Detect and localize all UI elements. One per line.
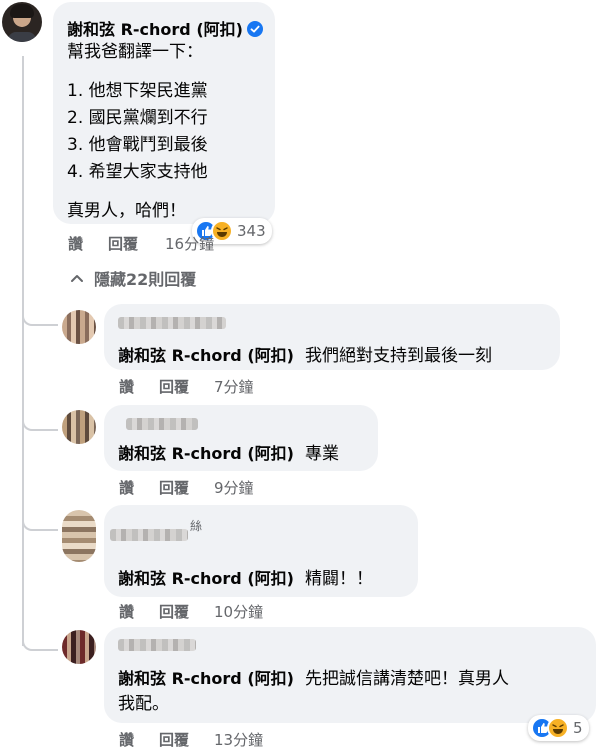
main-comment-reaction-count: 343 <box>237 222 266 240</box>
reply-1-timestamp[interactable]: 7分鐘 <box>214 376 254 397</box>
reply-3-badge-char: 絲 <box>190 519 203 533</box>
main-reply-button[interactable]: 回覆 <box>108 233 138 254</box>
thread-curve-reply-4 <box>22 625 58 651</box>
reply-4-content-line-1: 謝和弦 R-chord (阿扣) 先把誠信講清楚吧！真男人 <box>118 665 509 692</box>
main-comment-line-5: 4. 希望大家支持他 <box>67 162 208 182</box>
reply-4-author[interactable]: 謝和弦 R-chord (阿扣) <box>118 669 294 688</box>
hide-replies-label: 隱藏22則回覆 <box>94 270 197 289</box>
avatar-reply-2[interactable] <box>62 410 96 444</box>
reply-3-reply-button[interactable]: 回覆 <box>159 601 189 622</box>
reply-2-blurred-name <box>126 418 198 430</box>
reply-3-author[interactable]: 謝和弦 R-chord (阿扣) <box>118 569 294 588</box>
reply-3-blurred-name <box>110 529 188 541</box>
thread-curve-reply-2 <box>22 405 58 431</box>
main-comment-line-4: 3. 他會戰鬥到最後 <box>67 135 208 155</box>
main-comment-line-1: 幫我爸翻譯一下： <box>67 42 203 62</box>
reply-4-blurred-name <box>118 639 196 651</box>
reply-4-reactions[interactable]: 5 <box>528 715 589 741</box>
reply-3-timestamp[interactable]: 10分鐘 <box>214 601 263 622</box>
avatar-reply-3[interactable] <box>62 510 96 562</box>
reply-2-bubble: 謝和弦 R-chord (阿扣) 專業 <box>104 405 378 471</box>
main-comment-line-3: 2. 國民黨爛到不行 <box>67 108 208 128</box>
reply-2-like-button[interactable]: 讚 <box>119 477 134 498</box>
avatar-reply-4[interactable] <box>62 630 96 664</box>
reply-3-like-button[interactable]: 讚 <box>119 601 134 622</box>
reply-3-content: 謝和弦 R-chord (阿扣) 精闢！！ <box>118 565 373 592</box>
thread-curve-reply-1 <box>22 300 58 326</box>
reply-2-text: 專業 <box>305 444 340 464</box>
reply-2-content: 謝和弦 R-chord (阿扣) 專業 <box>118 440 339 467</box>
reply-1-bubble: 謝和弦 R-chord (阿扣) 我們絕對支持到最後一刻 <box>104 304 560 370</box>
reply-4-timestamp[interactable]: 13分鐘 <box>214 729 263 750</box>
reply-4-text-line-2: 我配。 <box>118 694 169 714</box>
reply-3-bubble: 絲 謝和弦 R-chord (阿扣) 精闢！！ <box>104 505 418 597</box>
main-comment-line-2: 1. 他想下架民進黨 <box>67 81 208 101</box>
reply-1-blurred-name <box>118 317 226 329</box>
reply-2-author[interactable]: 謝和弦 R-chord (阿扣) <box>118 444 294 463</box>
thread-line-main <box>22 56 24 646</box>
haha-reaction-icon <box>547 717 569 739</box>
main-comment-author[interactable]: 謝和弦 R-chord (阿扣) <box>67 16 263 40</box>
chevron-up-icon <box>71 275 83 282</box>
reply-4-reaction-count: 5 <box>573 719 583 737</box>
reply-4-text-line-1: 先把誠信講清楚吧！真男人 <box>305 669 510 689</box>
main-comment-bubble: 謝和弦 R-chord (阿扣) 幫我爸翻譯一下： 1. 他想下架民進黨 2. … <box>53 2 275 224</box>
reply-1-content: 謝和弦 R-chord (阿扣) 我們絕對支持到最後一刻 <box>118 342 492 369</box>
main-comment-line-6: 真男人，哈們！ <box>67 201 186 221</box>
thread-curve-reply-3 <box>22 505 58 531</box>
main-like-button[interactable]: 讚 <box>68 233 83 254</box>
haha-reaction-icon <box>211 220 233 242</box>
reply-1-text: 我們絕對支持到最後一刻 <box>305 346 493 366</box>
avatar-main[interactable] <box>2 2 42 42</box>
reply-4-like-button[interactable]: 讚 <box>119 729 134 750</box>
verified-badge-icon <box>246 21 263 37</box>
reply-2-reply-button[interactable]: 回覆 <box>159 477 189 498</box>
reply-1-like-button[interactable]: 讚 <box>119 376 134 397</box>
main-timestamp[interactable]: 16分鐘 <box>165 233 214 254</box>
reply-4-bubble: 謝和弦 R-chord (阿扣) 先把誠信講清楚吧！真男人 我配。 <box>104 627 596 723</box>
reply-1-author[interactable]: 謝和弦 R-chord (阿扣) <box>118 346 294 365</box>
reply-1-reply-button[interactable]: 回覆 <box>159 376 189 397</box>
hide-replies-toggle[interactable]: 隱藏22則回覆 <box>70 266 196 290</box>
reply-4-reply-button[interactable]: 回覆 <box>159 729 189 750</box>
avatar-reply-1[interactable] <box>62 310 96 344</box>
reply-3-text: 精闢！！ <box>305 569 374 589</box>
reply-2-timestamp[interactable]: 9分鐘 <box>214 477 254 498</box>
